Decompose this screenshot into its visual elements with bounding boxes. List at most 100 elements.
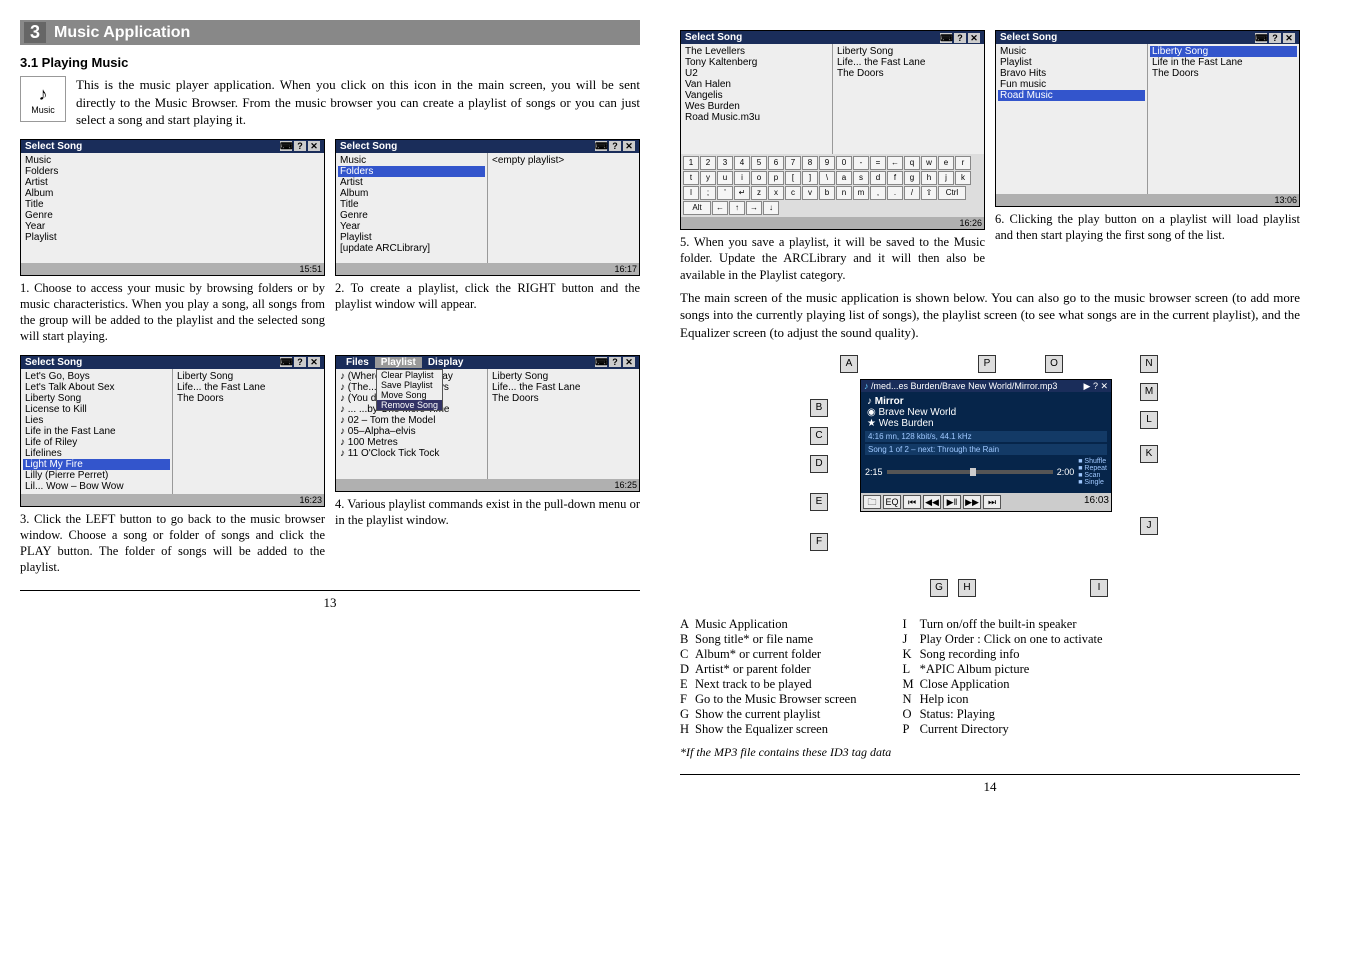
list-item[interactable]: Life... the Fast Lane (175, 382, 322, 393)
help-icon[interactable]: ? (294, 141, 306, 151)
kbd-icon[interactable]: ⌨ (1255, 33, 1267, 43)
osk-key[interactable]: ← (712, 201, 728, 215)
rew-button[interactable]: ◀◀ (923, 495, 941, 509)
list-item[interactable]: Playlist (23, 232, 322, 243)
list-item[interactable]: Wes Burden (683, 101, 830, 112)
list-item[interactable]: Lil... Wow – Bow Wow (23, 481, 170, 492)
menu-item[interactable]: Remove Song (377, 400, 442, 410)
osk-key[interactable]: z (751, 186, 767, 200)
osk-key[interactable]: w (921, 156, 937, 170)
list-item[interactable]: Fun music (998, 79, 1145, 90)
osk-key[interactable]: k (955, 171, 971, 185)
close-icon[interactable]: ✕ (308, 357, 320, 367)
osk-key[interactable]: x (768, 186, 784, 200)
osk-key[interactable]: r (955, 156, 971, 170)
osk-key[interactable]: ⇧ (921, 186, 937, 200)
osk-key[interactable]: u (717, 171, 733, 185)
next-button[interactable]: ⏭ (983, 495, 1001, 509)
list-item[interactable]: Title (338, 199, 485, 210)
list-item[interactable]: Road Music.m3u (683, 112, 830, 123)
osk-key[interactable]: ↵ (734, 186, 750, 200)
list-item[interactable]: The Doors (835, 68, 982, 79)
help-icon[interactable]: ? (1269, 33, 1281, 43)
osk-key[interactable]: Alt (683, 201, 711, 215)
list-item[interactable]: Life... the Fast Lane (490, 382, 637, 393)
list-item[interactable]: Light My Fire (23, 459, 170, 470)
menu-item[interactable]: Save Playlist (377, 380, 442, 390)
list-item[interactable]: ♪ 02 – Tom the Model (338, 415, 485, 426)
menu-files[interactable]: Files (340, 357, 375, 368)
menu-item[interactable]: Clear Playlist (377, 370, 442, 380)
osk-key[interactable]: c (785, 186, 801, 200)
osk-key[interactable]: f (887, 171, 903, 185)
osk-key[interactable]: v (802, 186, 818, 200)
osk-key[interactable]: l (683, 186, 699, 200)
eq-button[interactable]: EQ (883, 495, 901, 509)
list-item[interactable]: License to Kill (23, 404, 170, 415)
list-item[interactable]: ♪ 100 Metres (338, 437, 485, 448)
kbd-icon[interactable]: ⌨ (280, 141, 292, 151)
list-item[interactable]: Album (23, 188, 322, 199)
osk-key[interactable]: t (683, 171, 699, 185)
list-item[interactable]: Folders (338, 166, 485, 177)
list-item[interactable]: Year (23, 221, 322, 232)
list-item[interactable]: The Doors (175, 393, 322, 404)
list-item[interactable]: Liberty Song (490, 371, 637, 382)
list-item[interactable]: Liberty Song (23, 393, 170, 404)
win-icon[interactable]: ? (609, 357, 621, 367)
play-button[interactable]: ▶‖ (943, 495, 961, 509)
menu-item[interactable]: Move Song (377, 390, 442, 400)
list-item[interactable]: Artist (23, 177, 322, 188)
osk-key[interactable]: ↓ (763, 201, 779, 215)
osk-key[interactable]: m (853, 186, 869, 200)
list-item[interactable]: Life in the Fast Lane (1150, 57, 1297, 68)
list-item[interactable]: ♪ 05–Alpha–elvis (338, 426, 485, 437)
list-item[interactable]: Life... the Fast Lane (835, 57, 982, 68)
list-item[interactable]: Lies (23, 415, 170, 426)
osk-key[interactable]: - (853, 156, 869, 170)
osk-key[interactable]: \ (819, 171, 835, 185)
list-item[interactable]: Road Music (998, 90, 1145, 101)
list-item[interactable]: Liberty Song (835, 46, 982, 57)
list-item[interactable]: The Doors (1150, 68, 1297, 79)
help-icon[interactable]: ? (954, 33, 966, 43)
list-item[interactable]: Genre (23, 210, 322, 221)
list-item[interactable]: Liberty Song (1150, 46, 1297, 57)
list-item[interactable]: Van Halen (683, 79, 830, 90)
osk-key[interactable]: a (836, 171, 852, 185)
osk-key[interactable]: 8 (802, 156, 818, 170)
osk-key[interactable]: 3 (717, 156, 733, 170)
osk-key[interactable]: n (836, 186, 852, 200)
close-icon[interactable]: ✕ (623, 141, 635, 151)
list-item[interactable]: Music (998, 46, 1145, 57)
list-item[interactable]: [update ARCLibrary] (338, 243, 485, 254)
help-icon[interactable]: ? (294, 357, 306, 367)
list-item[interactable]: Playlist (998, 57, 1145, 68)
list-item[interactable]: Vangelis (683, 90, 830, 101)
osk-key[interactable]: ] (802, 171, 818, 185)
osk-key[interactable]: 1 (683, 156, 699, 170)
osk-key[interactable]: ← (887, 156, 903, 170)
win-icon[interactable]: ⌨ (595, 357, 607, 367)
win-icon[interactable]: ✕ (623, 357, 635, 367)
list-item[interactable]: U2 (683, 68, 830, 79)
osk-key[interactable]: j (938, 171, 954, 185)
list-item[interactable]: Bravo Hits (998, 68, 1145, 79)
osk-key[interactable]: p (768, 171, 784, 185)
osk-key[interactable]: q (904, 156, 920, 170)
osk-key[interactable]: y (700, 171, 716, 185)
list-item[interactable]: Liberty Song (175, 371, 322, 382)
close-icon[interactable]: ✕ (308, 141, 320, 151)
osk-key[interactable]: 7 (785, 156, 801, 170)
osk-key[interactable]: h (921, 171, 937, 185)
close-icon[interactable]: ✕ (1283, 33, 1295, 43)
osk-key[interactable]: Ctrl (938, 186, 966, 200)
osk-key[interactable]: d (870, 171, 886, 185)
osk-key[interactable]: 2 (700, 156, 716, 170)
list-item[interactable]: Life in the Fast Lane (23, 426, 170, 437)
osk-key[interactable]: 6 (768, 156, 784, 170)
close-icon[interactable]: ✕ (968, 33, 980, 43)
kbd-icon[interactable]: ⌨ (280, 357, 292, 367)
list-item[interactable]: The Levellers (683, 46, 830, 57)
fwd-button[interactable]: ▶▶ (963, 495, 981, 509)
